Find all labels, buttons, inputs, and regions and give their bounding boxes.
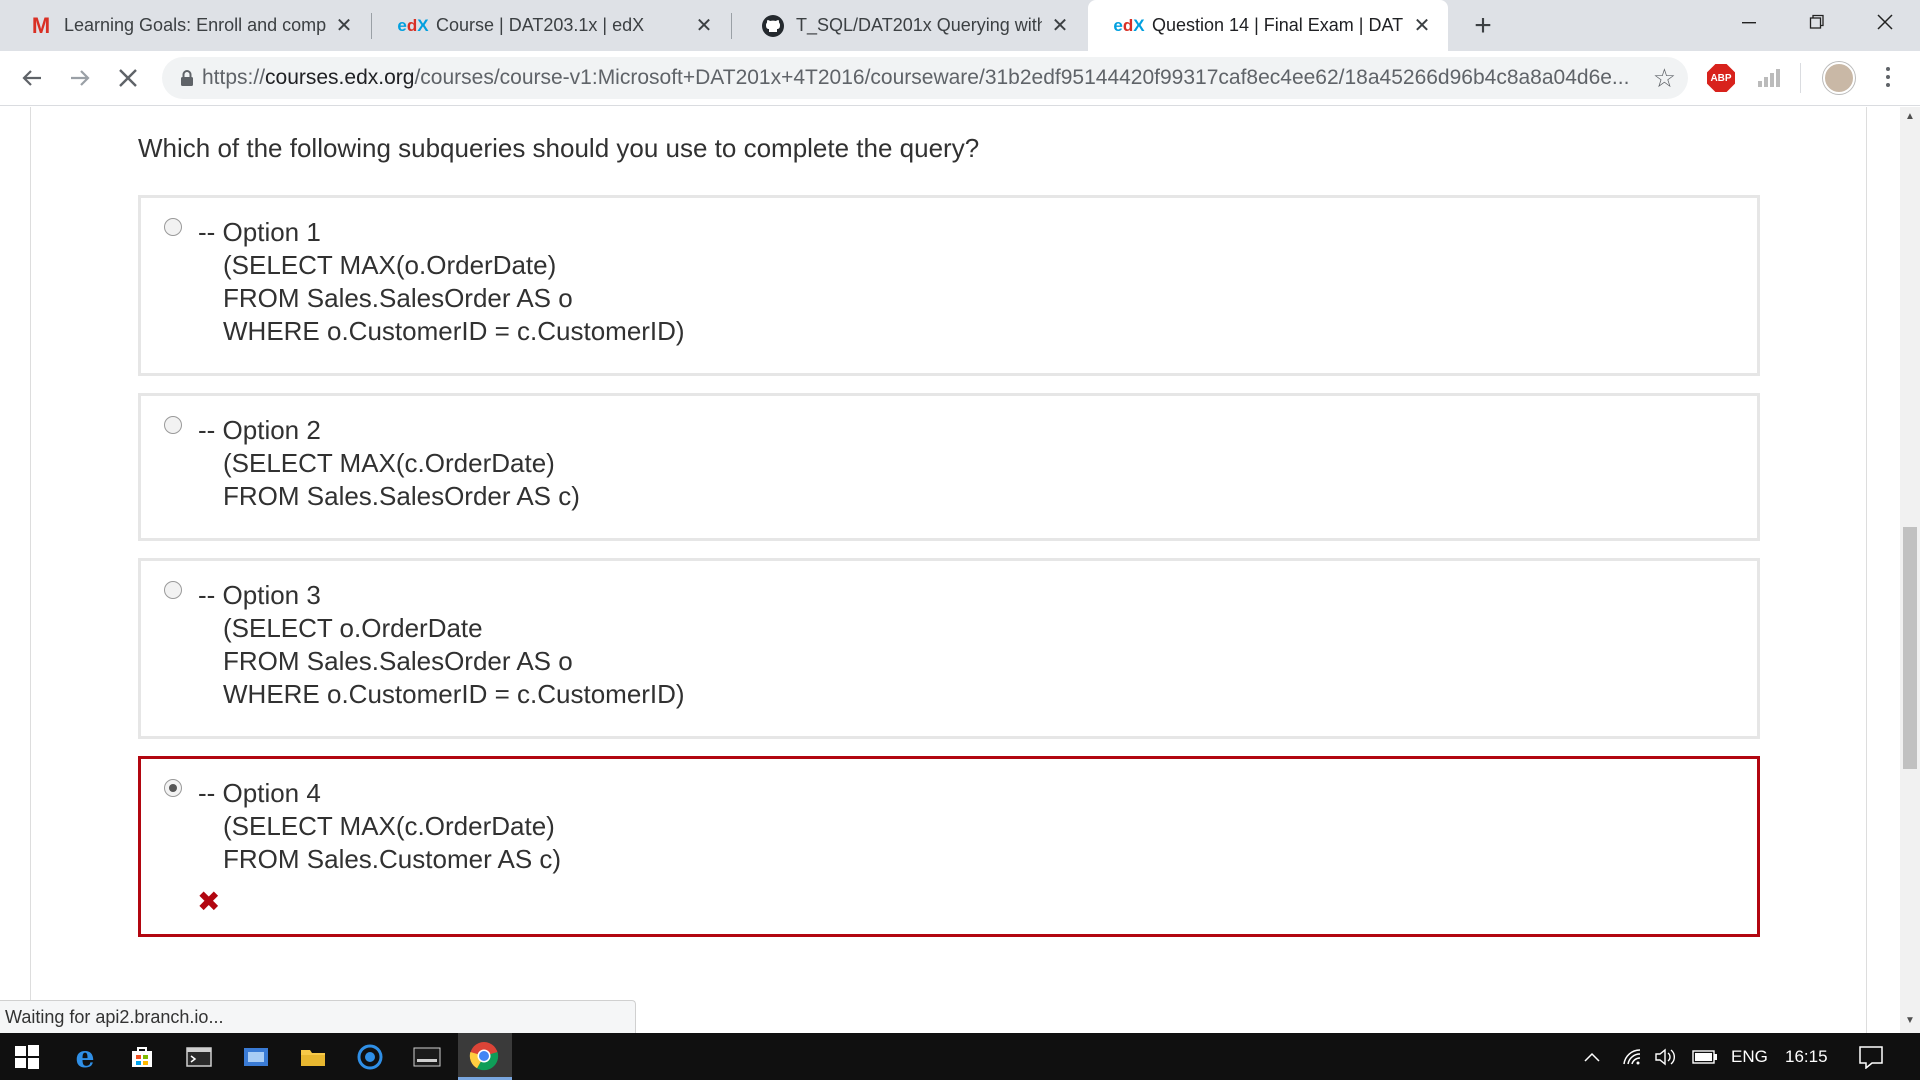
restore-button[interactable] <box>1786 0 1848 44</box>
bookmark-star-icon[interactable]: ☆ <box>1653 63 1676 94</box>
forward-button[interactable] <box>62 60 98 96</box>
profile-avatar[interactable] <box>1823 62 1855 94</box>
windows-start-icon[interactable] <box>8 1040 46 1074</box>
battery-icon[interactable] <box>1692 1033 1718 1080</box>
arrow-right-icon <box>71 70 90 86</box>
code-line: (SELECT MAX(c.OrderDate) <box>223 811 555 841</box>
answer-option-4[interactable]: -- Option 4 (SELECT MAX(c.OrderDate) FRO… <box>138 756 1760 937</box>
code-line: FROM Sales.SalesOrder AS o <box>223 646 573 676</box>
tab-title: Learning Goals: Enroll and compl <box>64 15 326 35</box>
chrome-icon <box>468 1040 500 1077</box>
new-tab-button[interactable]: + <box>1465 8 1501 44</box>
tab-strip: M Learning Goals: Enroll and compl ✕ edX… <box>0 0 1920 51</box>
minimize-button[interactable] <box>1718 0 1780 44</box>
scroll-down-arrow-icon[interactable]: ▼ <box>1900 1015 1920 1031</box>
code-line: (SELECT MAX(o.OrderDate) <box>223 250 557 280</box>
store-icon[interactable] <box>125 1040 159 1074</box>
code-line: FROM Sales.Customer AS c) <box>223 844 562 874</box>
close-window-button[interactable] <box>1854 0 1916 44</box>
url-text: https://courses.edx.org/courses/course-v… <box>202 66 1630 89</box>
clock[interactable]: 16:15 <box>1785 1033 1828 1080</box>
content-border-right <box>1866 107 1867 1033</box>
radio-option-2[interactable] <box>164 416 182 434</box>
gmail-icon: M <box>31 12 51 38</box>
option-code: -- Option 2 (SELECT MAX(c.OrderDate) FRO… <box>198 414 580 513</box>
browser-toolbar: https://courses.edx.org/courses/course-v… <box>0 51 1920 106</box>
scroll-up-arrow-icon[interactable]: ▲ <box>1900 111 1920 127</box>
tab-title: Question 14 | Final Exam | DAT20 <box>1152 15 1404 35</box>
radio-option-3[interactable] <box>164 581 182 599</box>
sql-app-icon[interactable] <box>410 1040 444 1074</box>
adblock-plus-icon[interactable]: ABP <box>1707 64 1735 92</box>
option-code: -- Option 1 (SELECT MAX(o.OrderDate) FRO… <box>198 216 685 348</box>
option-code: -- Option 3 (SELECT o.OrderDate FROM Sal… <box>198 579 685 711</box>
code-line: WHERE o.CustomerID = c.CustomerID) <box>223 679 685 709</box>
answer-option-3[interactable]: -- Option 3 (SELECT o.OrderDate FROM Sal… <box>138 558 1760 739</box>
edx-icon: edX <box>1113 15 1145 35</box>
volume-icon[interactable] <box>1654 1033 1678 1080</box>
restore-icon <box>1809 14 1824 29</box>
answer-option-2[interactable]: -- Option 2 (SELECT MAX(c.OrderDate) FRO… <box>138 393 1760 541</box>
code-line: FROM Sales.SalesOrder AS o <box>223 283 573 313</box>
back-button[interactable] <box>14 60 50 96</box>
tab-gmail[interactable]: M Learning Goals: Enroll and compl ✕ <box>0 0 370 51</box>
tab-course-dat203[interactable]: edX Course | DAT203.1x | edX ✕ <box>372 0 730 51</box>
option-label: -- Option 1 <box>198 217 321 247</box>
show-hidden-icons-icon[interactable] <box>1584 1033 1600 1080</box>
option-label: -- Option 3 <box>198 580 321 610</box>
signal-extension-icon[interactable] <box>1757 67 1781 94</box>
incorrect-x-icon: ✖ <box>197 886 221 917</box>
close-icon <box>1877 14 1893 30</box>
edge-browser-icon[interactable]: e <box>68 1040 102 1075</box>
page-viewport: Which of the following subqueries should… <box>0 107 1900 1033</box>
close-icon[interactable]: ✕ <box>692 14 716 38</box>
scrollbar-thumb[interactable] <box>1903 527 1917 769</box>
loading-status-bubble: Waiting for api2.branch.io... <box>0 1000 636 1033</box>
option-label: -- Option 2 <box>198 415 321 445</box>
arrow-left-icon <box>22 70 41 86</box>
tab-github[interactable]: T_SQL/DAT201x Querying with Tr ✕ <box>732 0 1086 51</box>
language-indicator[interactable]: ENG <box>1731 1033 1768 1080</box>
page-scrollbar[interactable]: ▲ ▼ <box>1900 107 1920 1033</box>
github-icon <box>760 14 786 37</box>
code-line: FROM Sales.SalesOrder AS c) <box>223 481 580 511</box>
code-line: WHERE o.CustomerID = c.CustomerID) <box>223 316 685 346</box>
code-line: (SELECT MAX(c.OrderDate) <box>223 448 555 478</box>
close-icon[interactable]: ✕ <box>1410 14 1434 38</box>
refresh-app-icon[interactable] <box>353 1040 387 1074</box>
minimize-icon <box>1742 22 1756 24</box>
windows-taskbar: e ENG 16:15 <box>0 1033 1920 1080</box>
option-code: -- Option 4 (SELECT MAX(c.OrderDate) FRO… <box>198 777 561 876</box>
tab-question-14[interactable]: edX Question 14 | Final Exam | DAT20 ✕ <box>1088 0 1448 51</box>
chrome-taskbar-button[interactable] <box>458 1033 512 1080</box>
chrome-menu-icon[interactable] <box>1876 59 1900 95</box>
code-line: (SELECT o.OrderDate <box>223 613 483 643</box>
lock-icon <box>162 57 202 99</box>
tab-title: T_SQL/DAT201x Querying with Tr <box>796 15 1042 35</box>
photos-app-icon[interactable] <box>239 1040 273 1074</box>
answer-option-1[interactable]: -- Option 1 (SELECT MAX(o.OrderDate) FRO… <box>138 195 1760 376</box>
radio-option-1[interactable] <box>164 218 182 236</box>
file-explorer-icon[interactable] <box>296 1040 330 1074</box>
radio-option-4[interactable] <box>164 779 182 797</box>
content-border-left <box>30 107 31 1033</box>
stop-icon <box>119 69 137 87</box>
stop-loading-button[interactable] <box>110 60 146 96</box>
wifi-icon[interactable] <box>1622 1033 1644 1080</box>
address-bar[interactable]: https://courses.edx.org/courses/course-v… <box>162 57 1688 99</box>
option-label: -- Option 4 <box>198 778 321 808</box>
tab-title: Course | DAT203.1x | edX <box>436 15 645 35</box>
close-icon[interactable]: ✕ <box>332 14 356 38</box>
notifications-icon[interactable] <box>1858 1033 1884 1080</box>
toolbar-divider <box>1800 63 1801 93</box>
edx-icon: edX <box>397 15 429 35</box>
terminal-icon[interactable] <box>182 1040 216 1074</box>
close-icon[interactable]: ✕ <box>1048 14 1072 38</box>
question-prompt: Which of the following subqueries should… <box>138 133 980 163</box>
